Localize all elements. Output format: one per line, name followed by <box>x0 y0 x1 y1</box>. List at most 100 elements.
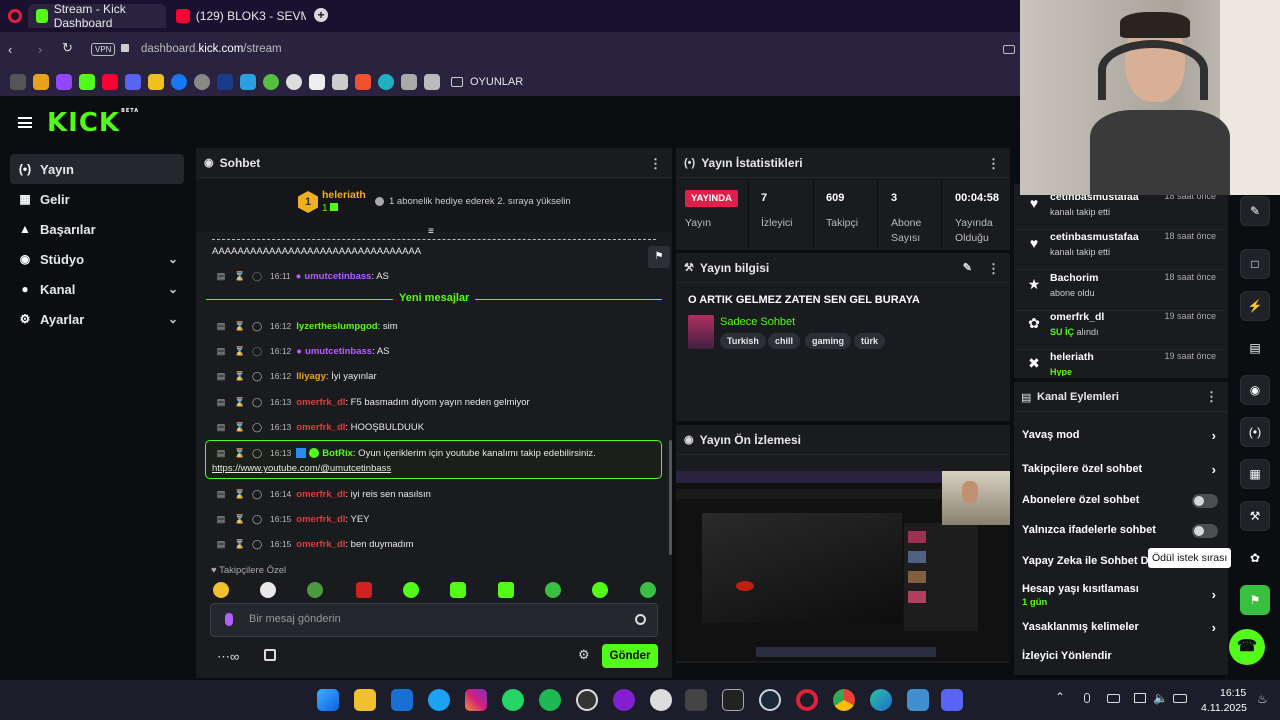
rail-clip-button[interactable]: □ <box>1240 249 1270 279</box>
url-text[interactable]: dashboard.kick.com/stream <box>141 43 282 55</box>
emote-only-action[interactable]: Yalnızca ifadelerle sohbet <box>1022 524 1222 538</box>
bookmark-icon[interactable] <box>194 74 210 90</box>
subscribers-only-action[interactable]: Abonelere özel sohbet <box>1022 494 1222 508</box>
bookmark-icon[interactable] <box>401 74 417 90</box>
rail-chat-button[interactable]: ◉ <box>1240 375 1270 405</box>
ban-icon[interactable]: ◯ <box>252 371 262 382</box>
obs-icon[interactable] <box>576 689 598 711</box>
delete-icon[interactable]: ▤ <box>216 346 226 357</box>
opera-logo-icon[interactable] <box>8 9 22 23</box>
tab-kick-dashboard[interactable]: Stream - Kick Dashboard <box>28 2 166 30</box>
app-icon[interactable] <box>650 689 672 711</box>
bookmark-kick-icon[interactable] <box>79 74 95 90</box>
timeout-icon[interactable]: ⌛ <box>234 448 245 459</box>
chat-message[interactable]: ▤ ⌛ ◯ 16:11 ● umutcetinbass : AS <box>216 269 389 283</box>
ban-icon[interactable]: ◯ <box>252 321 262 332</box>
mic-icon[interactable] <box>225 613 233 626</box>
scroll-to-bottom-icon[interactable]: ≡ <box>428 226 434 237</box>
chat-message[interactable]: ▤ ⌛ ◯ 16:13 omerfrk_dl : HOOŞBULDUUK <box>216 420 424 434</box>
edit-icon[interactable]: ✎ <box>963 261 972 274</box>
vpn-badge[interactable]: VPN <box>91 43 116 56</box>
notification-bell-icon[interactable]: ♨ <box>1257 692 1268 706</box>
rail-green-button[interactable]: ⚑ <box>1240 585 1270 615</box>
tag-chip[interactable]: Turkish <box>720 333 766 349</box>
chat-users-icon[interactable]: ⋯∞ <box>217 649 239 665</box>
ban-icon[interactable]: ◯ <box>252 448 262 459</box>
send-button[interactable]: Gönder <box>602 644 658 668</box>
message-user[interactable]: omerfrk_dl <box>296 514 345 525</box>
bookmark-facebook-icon[interactable] <box>171 74 187 90</box>
message-user[interactable]: omerfrk_dl <box>296 539 345 550</box>
timeout-icon[interactable]: ⌛ <box>234 539 245 550</box>
delete-icon[interactable]: ▤ <box>216 489 226 500</box>
chat-message-bot[interactable]: ▤ ⌛ ◯ 16:13 BotRix : Oyun içeriklerim iç… <box>216 446 596 460</box>
emote-icon[interactable] <box>260 582 276 598</box>
rail-layout-button[interactable]: ▦ <box>1240 459 1270 489</box>
activity-item[interactable]: ♥ cetinbasmustafaa kanalı takip etti 18 … <box>1016 190 1226 230</box>
app-icon[interactable] <box>613 689 635 711</box>
windows-start-icon[interactable] <box>317 689 339 711</box>
ban-icon[interactable]: ◯ <box>252 271 262 282</box>
account-age-action[interactable]: Hesap yaşı kısıtlaması › 1 gün <box>1022 583 1222 608</box>
ban-icon[interactable]: ◯ <box>252 539 262 550</box>
rail-tools-button[interactable]: ⚒ <box>1240 501 1270 531</box>
delete-icon[interactable]: ▤ <box>216 271 226 282</box>
pinned-user[interactable]: heleriath <box>322 189 366 201</box>
activity-item[interactable]: ★ Bachorim abone oldu 18 saat önce <box>1016 271 1226 311</box>
discord-icon[interactable] <box>941 689 963 711</box>
message-user[interactable]: umutcetinbass <box>305 346 372 357</box>
steam-icon[interactable] <box>759 689 781 711</box>
bookmark-icon[interactable] <box>332 74 348 90</box>
emoji-picker-icon[interactable] <box>635 614 646 625</box>
rail-rewards-button[interactable]: ✿ <box>1240 543 1270 573</box>
delete-icon[interactable]: ▤ <box>216 448 226 459</box>
rail-edit-button[interactable]: ✎ <box>1240 196 1270 226</box>
camera-icon[interactable] <box>1003 45 1015 54</box>
tray-mic-icon[interactable] <box>1084 693 1090 703</box>
emote-icon[interactable] <box>307 582 323 598</box>
support-chat-button[interactable]: ☎ <box>1229 629 1265 665</box>
store-icon[interactable] <box>264 649 276 661</box>
delete-icon[interactable]: ▤ <box>216 371 226 382</box>
emote-icon[interactable] <box>592 582 608 598</box>
ban-icon[interactable]: ◯ <box>252 397 262 408</box>
emote-only-toggle[interactable] <box>1192 524 1218 538</box>
channel-actions-menu-icon[interactable]: ⋮ <box>1205 389 1218 405</box>
ban-icon[interactable]: ◯ <box>252 489 262 500</box>
category-thumbnail[interactable] <box>688 315 714 349</box>
rail-broadcast-button[interactable]: (•) <box>1240 417 1270 447</box>
spotify-icon[interactable] <box>539 689 561 711</box>
message-user[interactable]: lyzertheslumpgod <box>296 321 377 332</box>
bookmark-youtube-icon[interactable] <box>102 74 118 90</box>
sidebar-item-studyo[interactable]: ◉ Stüdyo ⌄ <box>10 244 184 274</box>
emote-icon[interactable] <box>640 582 656 598</box>
back-icon[interactable]: ‹ <box>8 42 12 57</box>
activity-item[interactable]: ✖ heleriath Hype 19 saat önce <box>1016 350 1226 376</box>
timeout-icon[interactable]: ⌛ <box>234 271 245 282</box>
message-user[interactable]: umutcetinbass <box>304 271 371 282</box>
timeout-icon[interactable]: ⌛ <box>234 514 245 525</box>
epic-games-icon[interactable] <box>722 689 744 711</box>
ban-icon[interactable]: ◯ <box>252 422 262 433</box>
tray-display-icon[interactable] <box>1134 693 1146 703</box>
message-user[interactable]: omerfrk_dl <box>296 422 345 433</box>
chrome-icon[interactable] <box>833 689 855 711</box>
new-tab-button[interactable]: + <box>314 8 328 22</box>
hamburger-menu-icon[interactable] <box>18 117 32 128</box>
reload-icon[interactable]: ↻ <box>62 40 73 56</box>
activity-item[interactable]: ♥ cetinbasmustafaa kanalı takip etti 18 … <box>1016 230 1226 270</box>
banned-words-action[interactable]: Yasaklanmış kelimeler › <box>1022 620 1222 635</box>
epic-games-app-icon[interactable] <box>685 689 707 711</box>
sidebar-item-basarilar[interactable]: ▲ Başarılar <box>10 214 184 244</box>
bookmark-icon[interactable] <box>217 74 233 90</box>
taskbar-time[interactable]: 16:15 <box>1220 687 1246 699</box>
sidebar-item-ayarlar[interactable]: ⚙ Ayarlar ⌄ <box>10 304 184 334</box>
bookmark-discord-icon[interactable] <box>125 74 141 90</box>
bookmark-icon[interactable] <box>309 74 325 90</box>
message-user[interactable]: BotRix <box>322 448 353 459</box>
tray-volume-icon[interactable]: 🔈 <box>1153 691 1168 705</box>
timeout-icon[interactable]: ⌛ <box>234 346 245 357</box>
chat-message[interactable]: ▤ ⌛ ◯ 16:12 ● umutcetinbass : AS <box>216 344 390 358</box>
whatsapp-icon[interactable] <box>502 689 524 711</box>
timeout-icon[interactable]: ⌛ <box>234 371 245 382</box>
